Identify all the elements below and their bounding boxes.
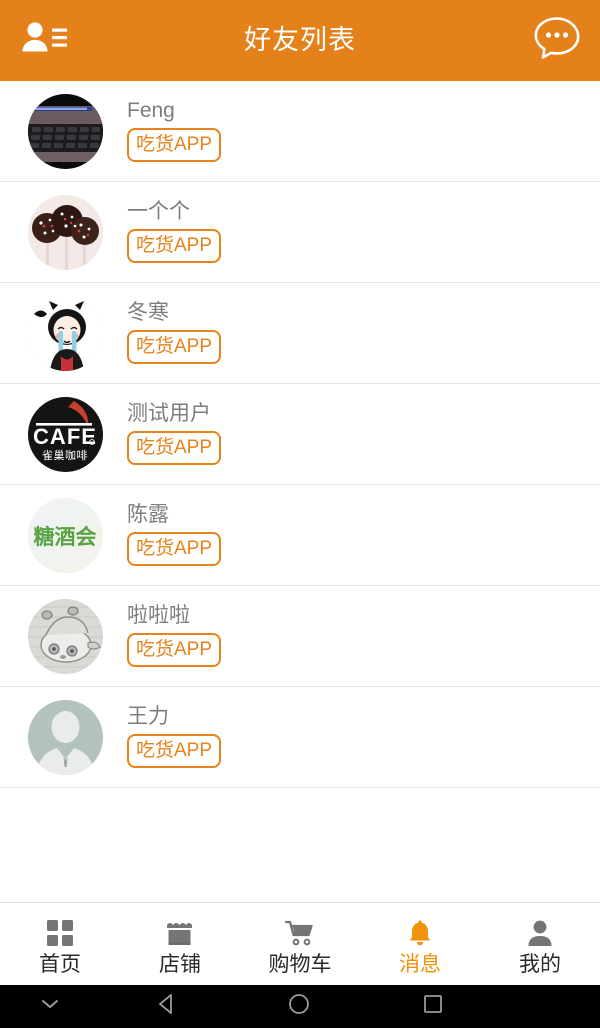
list-item[interactable]: 冬寒 吃货APP (0, 283, 600, 384)
cart-icon (285, 918, 315, 948)
list-item-text: Feng 吃货APP (127, 99, 222, 162)
person-icon (527, 918, 553, 948)
list-item-text: 冬寒 吃货APP (127, 301, 222, 364)
app-header: 好友列表 (0, 0, 600, 81)
back-button[interactable] (140, 985, 194, 1028)
recents-button[interactable] (406, 985, 460, 1028)
tab-messages[interactable]: 消息 (360, 903, 480, 985)
status-badge[interactable]: 吃货APP (127, 228, 222, 263)
friend-list[interactable]: Feng 吃货APP 一个个 吃货APP 冬寒 吃货APP CAFE 雀巢咖啡 … (0, 81, 600, 902)
android-navigation-bar (0, 985, 600, 1028)
default-person-placeholder (28, 699, 103, 775)
status-badge[interactable]: 吃货APP (127, 733, 222, 768)
tab-label: 消息 (399, 952, 441, 976)
contact-list-icon (21, 21, 69, 60)
back-triangle-icon (155, 992, 179, 1021)
store-icon (165, 918, 195, 948)
list-item[interactable]: 啦啦啦 吃货APP (0, 586, 600, 687)
tangjiuhui-green-text-logo: 糖酒会 (28, 497, 103, 573)
tab-cart[interactable]: 购物车 (240, 903, 360, 985)
tab-label: 购物车 (268, 952, 332, 976)
tab-label: 首页 (39, 952, 81, 976)
page-title: 好友列表 (244, 25, 356, 55)
friend-name: 陈露 (127, 503, 169, 527)
avatar[interactable] (28, 93, 103, 169)
bell-icon (407, 918, 433, 948)
avatar[interactable] (28, 598, 103, 674)
list-item-text: 一个个 吃货APP (127, 200, 222, 263)
list-item[interactable]: 王力 吃货APP (0, 687, 600, 788)
avatar[interactable] (28, 295, 103, 371)
list-item[interactable]: 糖酒会 陈露 吃货APP (0, 485, 600, 586)
contact-list-button[interactable] (12, 0, 78, 81)
friend-name: 冬寒 (127, 301, 169, 325)
svg-text:雀巢咖啡: 雀巢咖啡 (42, 448, 88, 462)
tab-profile[interactable]: 我的 (480, 903, 600, 985)
laptop-keyboard-photo (28, 93, 103, 169)
friend-name: 王力 (127, 705, 169, 729)
status-badge[interactable]: 吃货APP (127, 531, 222, 566)
friend-name: 啦啦啦 (127, 604, 190, 628)
home-circle-icon (287, 992, 311, 1021)
chevron-down-icon (40, 997, 60, 1016)
tab-label: 店铺 (159, 952, 201, 976)
list-item[interactable]: Feng 吃货APP (0, 81, 600, 182)
avatar[interactable] (28, 194, 103, 270)
crying-anime-girl-cartoon (28, 295, 103, 371)
svg-text:CAFE: CAFE (33, 424, 97, 449)
friend-name: 一个个 (127, 200, 190, 224)
app-screen: 好友列表 Feng 吃货APP 一个个 吃货APP 冬寒 吃货APP CAFE … (0, 0, 600, 1028)
status-badge[interactable]: 吃货APP (127, 127, 222, 162)
chat-button[interactable] (524, 0, 590, 81)
status-badge[interactable]: 吃货APP (127, 329, 222, 364)
chat-bubble-icon (533, 15, 581, 66)
status-badge[interactable]: 吃货APP (127, 430, 222, 465)
avatar[interactable] (28, 699, 103, 775)
tab-label: 我的 (519, 952, 561, 976)
list-item[interactable]: CAFE 雀巢咖啡 测试用户 吃货APP (0, 384, 600, 485)
list-item-text: 陈露 吃货APP (127, 503, 222, 566)
status-badge[interactable]: 吃货APP (127, 632, 222, 667)
recents-square-icon (421, 992, 445, 1021)
friend-name: 测试用户 (127, 402, 211, 426)
friend-name: Feng (127, 99, 175, 123)
avatar[interactable]: CAFE 雀巢咖啡 (28, 396, 103, 472)
chocolate-cake-pops-photo (28, 194, 103, 270)
tab-home[interactable]: 首页 (0, 903, 120, 985)
home-button[interactable] (272, 985, 326, 1028)
grid-icon (46, 918, 74, 948)
list-item-text: 王力 吃货APP (127, 705, 222, 768)
list-item-text: 啦啦啦 吃货APP (127, 604, 222, 667)
hide-keyboard-button[interactable] (28, 985, 72, 1028)
bottom-tab-bar: 首页 店铺 购物车 消息 我的 (0, 902, 600, 985)
avatar[interactable]: 糖酒会 (28, 497, 103, 573)
tab-store[interactable]: 店铺 (120, 903, 240, 985)
cafe-nescafe-logo: CAFE 雀巢咖啡 (28, 396, 103, 472)
list-item-text: 测试用户 吃货APP (127, 402, 222, 465)
panda-pencil-sketch (28, 598, 103, 674)
list-item[interactable]: 一个个 吃货APP (0, 182, 600, 283)
svg-text:糖酒会: 糖酒会 (34, 525, 97, 549)
